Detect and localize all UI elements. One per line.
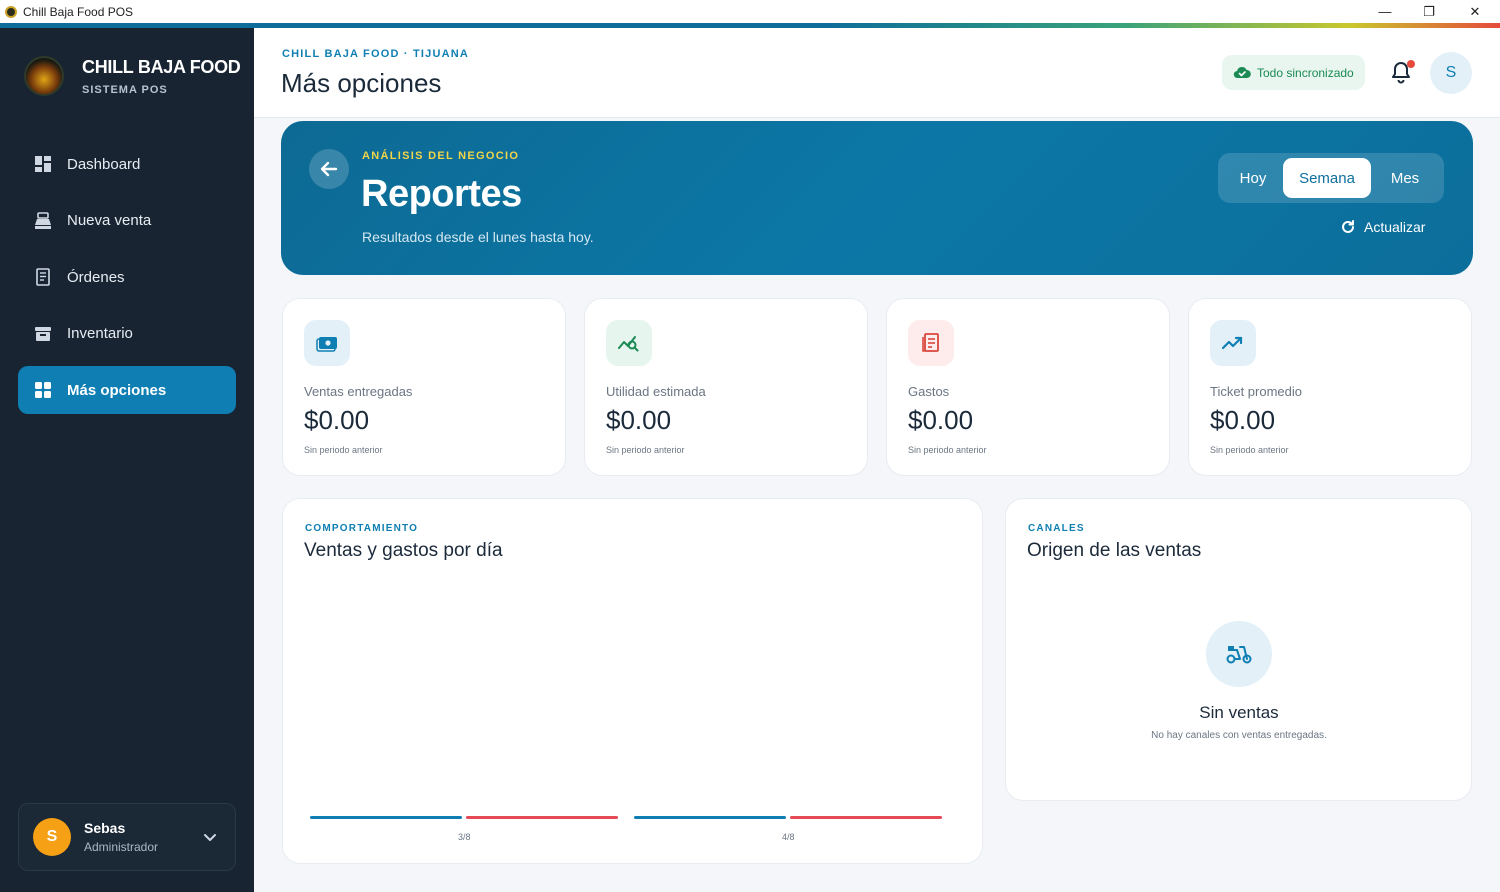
window-title: Chill Baja Food POS (23, 4, 134, 19)
kpi-note: Sin periodo anterior (1210, 445, 1289, 455)
close-button[interactable]: ✕ (1452, 0, 1498, 23)
sidebar-item-inventario[interactable]: Inventario (18, 310, 236, 358)
cloud-check-icon (1233, 66, 1251, 79)
user-role: Administrador (84, 840, 159, 854)
chart-bar (466, 816, 618, 819)
chart-tick-label: 4/8 (782, 832, 795, 842)
refresh-icon (1342, 220, 1354, 233)
kpi-note: Sin periodo anterior (304, 445, 383, 455)
chart-bar (634, 816, 786, 819)
sidebar-item-label: Inventario (67, 325, 133, 342)
dashboard-icon (34, 155, 52, 173)
reports-hero: ANÁLISIS DEL NEGOCIO Reportes Resultados… (281, 121, 1473, 275)
chevron-down-icon[interactable] (203, 830, 217, 849)
chart-tick-label: 3/8 (458, 832, 471, 842)
kpi-note: Sin periodo anterior (606, 445, 685, 455)
sales-expenses-chart: 3/8 4/8 (283, 499, 984, 865)
brand-name: CHILL BAJA FOOD (82, 56, 241, 77)
sync-status-badge[interactable]: Todo sincronizado (1222, 55, 1365, 90)
empty-state-title: Sin ventas (1199, 703, 1279, 722)
sidebar-item-dashboard[interactable]: Dashboard (18, 140, 236, 188)
chart-search-icon (606, 320, 652, 366)
period-option-hoy[interactable]: Hoy (1223, 158, 1283, 198)
scooter-icon (1206, 621, 1272, 687)
kpi-value: $0.00 (606, 405, 672, 435)
page-header: CHILL BAJA FOOD · TIJUANA Más opciones T… (254, 28, 1500, 118)
sidebar-item-label: Órdenes (67, 268, 125, 286)
sales-channels-panel: CANALES Origen de las ventas Sin ventas … (1005, 498, 1472, 801)
hero-title: Reportes (361, 173, 522, 215)
sync-status-label: Todo sincronizado (1257, 65, 1354, 80)
app-logo-icon (5, 5, 17, 18)
kpi-card-gastos: Gastos $0.00 Sin periodo anterior (886, 298, 1170, 476)
sales-expenses-chart-panel: COMPORTAMIENTO Ventas y gastos por día 3… (282, 498, 983, 864)
user-menu[interactable]: S Sebas Administrador (18, 803, 236, 871)
archive-box-icon (34, 325, 52, 343)
panel-kicker: CANALES (1028, 523, 1085, 534)
trending-up-icon (1210, 320, 1256, 366)
brand: CHILL BAJA FOOD SISTEMA POS (24, 56, 241, 96)
period-option-semana[interactable]: Semana (1283, 158, 1371, 198)
kpi-value: $0.00 (908, 405, 974, 435)
breadcrumb: CHILL BAJA FOOD · TIJUANA (282, 48, 470, 60)
cash-register-icon (34, 211, 52, 230)
sidebar: CHILL BAJA FOOD SISTEMA POS Dashboard Nu… (0, 28, 254, 892)
kpi-value: $0.00 (304, 405, 370, 435)
avatar: S (33, 818, 71, 856)
cash-icon (304, 320, 350, 366)
kpi-note: Sin periodo anterior (908, 445, 987, 455)
kpi-label: Utilidad estimada (606, 384, 706, 399)
grid-icon (34, 381, 52, 399)
user-name: Sebas (84, 820, 126, 836)
kpi-label: Gastos (908, 384, 950, 399)
chart-bar (310, 816, 462, 819)
period-selector: Hoy Semana Mes (1218, 153, 1444, 203)
kpi-label: Ventas entregadas (304, 384, 413, 399)
kpi-card-ticket: Ticket promedio $0.00 Sin periodo anteri… (1188, 298, 1472, 476)
kpi-label: Ticket promedio (1210, 384, 1302, 399)
minimize-button[interactable]: — (1362, 0, 1408, 23)
back-button[interactable] (309, 149, 349, 189)
sidebar-item-label: Nueva venta (67, 212, 152, 229)
sidebar-item-label: Dashboard (67, 155, 141, 173)
page-title: Más opciones (281, 68, 442, 98)
sidebar-nav: Dashboard Nueva venta Órdenes Inventario… (18, 140, 236, 423)
brand-logo (24, 56, 64, 96)
sidebar-item-mas-opciones[interactable]: Más opciones (18, 366, 236, 414)
window-titlebar: Chill Baja Food POS — ❐ ✕ (0, 0, 1500, 23)
sidebar-item-label: Más opciones (67, 381, 167, 399)
notification-dot (1407, 60, 1415, 68)
header-avatar[interactable]: S (1430, 52, 1472, 94)
panel-title: Origen de las ventas (1027, 540, 1202, 561)
maximize-button[interactable]: ❐ (1406, 0, 1452, 23)
arrow-left-icon (320, 161, 338, 177)
receipt-icon (34, 268, 52, 286)
empty-state-subtitle: No hay canales con ventas entregadas. (1151, 730, 1327, 741)
sidebar-item-nueva-venta[interactable]: Nueva venta (18, 197, 236, 245)
refresh-button[interactable]: Actualizar (1341, 219, 1425, 235)
sidebar-item-ordenes[interactable]: Órdenes (18, 253, 236, 301)
kpi-card-ventas: Ventas entregadas $0.00 Sin periodo ante… (282, 298, 566, 476)
period-option-mes[interactable]: Mes (1371, 158, 1439, 198)
brand-subtitle: SISTEMA POS (82, 83, 168, 96)
hero-subtitle: Resultados desde el lunes hasta hoy. (362, 229, 594, 245)
refresh-label: Actualizar (1364, 219, 1426, 235)
bill-icon (908, 320, 954, 366)
hero-kicker: ANÁLISIS DEL NEGOCIO (362, 150, 520, 162)
chart-bar (790, 816, 942, 819)
kpi-value: $0.00 (1210, 405, 1276, 435)
kpi-card-utilidad: Utilidad estimada $0.00 Sin periodo ante… (584, 298, 868, 476)
